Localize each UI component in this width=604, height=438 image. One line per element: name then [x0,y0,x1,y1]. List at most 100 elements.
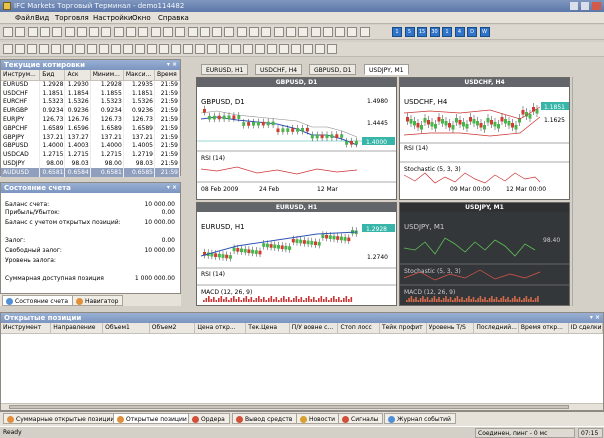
menu-trading[interactable]: Торговля [55,14,89,22]
pin-icon[interactable]: ▾ × [167,61,177,69]
chart-usdjpy-m1[interactable]: USDJPY, M1 USDJPY, M1 98.40 Stochastic (… [399,202,570,306]
toolbar-button-icon[interactable] [310,27,321,37]
quote-row[interactable]: EURCHF 1.5323 1.5326 1.5323 1.5326 21:59 [1,97,181,107]
tab-navigator[interactable]: Навигатор [72,295,124,306]
drawing-tool-icon[interactable] [231,44,241,54]
quote-row[interactable]: USDJPY 98.00 98.03 98.00 98.03 21:59 [1,159,181,168]
column-header[interactable]: Объем1 [102,323,150,334]
column-header[interactable]: Уровень T/S [426,323,475,334]
drawing-tool-icon[interactable] [123,44,133,54]
tab-bottom-4[interactable]: Новости [296,413,341,424]
chart-eurusd-h1[interactable]: EURUSD, H1 EURUSD, H1 1.2928 1.2740 RSI … [196,202,397,306]
timeframe-button[interactable]: 5 [404,27,415,37]
column-header[interactable]: Стоп лосс [337,323,380,334]
quote-row[interactable]: EURUSD 1.2928 1.2930 1.2928 1.2935 21:59 [1,80,181,89]
toolbar-button-icon[interactable] [126,27,136,37]
column-header[interactable]: Тейк профит [379,323,427,334]
drawing-tool-icon[interactable] [15,44,25,54]
menu-settings[interactable]: Настройки [93,14,133,22]
toolbar-button-icon[interactable] [3,27,13,37]
drawing-tool-icon[interactable] [39,44,49,54]
timeframe-button[interactable]: 30 [429,27,440,37]
chart-eurusd-canvas[interactable]: EURUSD, H1 1.2928 1.2740 RSI (14) MACD (… [197,212,396,305]
column-header[interactable]: Цена откр... [194,323,247,334]
quote-row[interactable]: GBPJPY 137.21 137.27 137.21 137.21 21:59 [1,132,181,142]
toolbar-button-icon[interactable] [224,27,235,37]
quote-row[interactable]: EURGBP 0.9234 0.9236 0.9234 0.9236 21:59 [1,106,181,116]
drawing-tool-icon[interactable] [171,44,181,54]
column-header[interactable]: Миним... [90,70,124,81]
toolbar-button-icon[interactable] [76,27,87,37]
column-header[interactable]: Аск [64,70,91,81]
timeframe-button[interactable]: 1 [442,27,452,37]
toolbar-button-icon[interactable] [199,27,210,37]
toolbar-button-icon[interactable] [101,27,112,37]
drawing-tool-icon[interactable] [87,44,97,54]
chart-usdchf-h4[interactable]: USDCHF, H4 USDCHF, H4 1.1851 1.1625 RSI … [399,77,570,200]
menu-help[interactable]: Справка [158,14,189,22]
drawing-tool-icon[interactable] [303,44,313,54]
tab-bottom-1[interactable]: Открытые позиции [113,413,192,424]
drawing-tool-icon[interactable] [147,44,157,54]
drawing-tool-icon[interactable] [291,44,301,54]
quote-row[interactable]: EURJPY 126.73 126.76 126.73 126.73 21:59 [1,115,181,124]
timeframe-button[interactable]: D [467,27,477,37]
chart-gbpusd-canvas[interactable]: GBPUSD, D1 1.4980 1.4445 1.4000 RSI (14)… [197,87,396,199]
scrollbar-thumb[interactable] [9,405,569,409]
column-header[interactable]: Последний... [473,323,519,334]
tab-bottom-2[interactable]: Ордера [188,413,230,424]
menu-view[interactable]: Вид [35,14,49,22]
maximize-icon[interactable] [581,2,589,10]
timeframe-button[interactable]: W [479,27,490,37]
tab-bottom-5[interactable]: Сигналы [338,413,384,424]
chart-usdchf-canvas[interactable]: USDCHF, H4 1.1851 1.1625 RSI (14) Stocha… [400,87,569,199]
column-header[interactable]: П/У вовне с... [289,323,339,334]
drawing-tool-icon[interactable] [183,44,193,54]
column-header[interactable]: Направление [50,323,104,334]
toolbar-button-icon[interactable] [113,27,124,37]
drawing-tool-icon[interactable] [3,44,13,54]
pin-icon[interactable]: ▾ × [167,184,177,192]
tab-bottom-0[interactable]: Суммарные открытые позиции [3,413,120,424]
drawing-tool-icon[interactable] [111,44,121,54]
column-header[interactable]: Бид [39,70,66,81]
tab-bottom-6[interactable]: Журнал событий [384,413,456,424]
column-header[interactable]: Инструм... [1,70,41,81]
column-header[interactable]: Макси... [123,70,155,81]
toolbar-button-icon[interactable] [89,27,100,37]
toolbar-button-icon[interactable] [322,27,333,37]
drawing-tool-icon[interactable] [255,44,265,54]
drawing-tool-icon[interactable] [243,44,253,54]
drawing-tool-icon[interactable] [315,44,325,54]
toolbar-button-icon[interactable] [27,27,38,37]
drawing-tool-icon[interactable] [195,44,205,54]
column-header[interactable]: Объем2 [149,323,196,334]
toolbar-button-icon[interactable] [39,27,50,37]
drawing-tool-icon[interactable] [327,44,337,54]
chart-gbpusd-d1[interactable]: GBPUSD, D1 GBPUSD, D1 1.4980 1.4445 1.40… [196,77,397,200]
toolbar-button-icon[interactable] [273,27,284,37]
toolbar-button-icon[interactable] [347,27,358,37]
toolbar-button-icon[interactable] [175,27,186,37]
tab-bottom-3[interactable]: Вывод средств [232,413,298,424]
drawing-tool-icon[interactable] [99,44,109,54]
quote-row[interactable]: GBPUSD 1.4000 1.4003 1.4000 1.4005 21:59 [1,141,181,151]
column-header[interactable]: Тек.Цена [245,323,290,334]
timeframe-button[interactable]: 15 [417,27,427,37]
horizontal-scrollbar[interactable] [1,403,603,410]
drawing-tool-icon[interactable] [159,44,169,54]
chart-usdjpy-canvas[interactable]: USDJPY, M1 98.40 Stochastic (5, 3, 3) MA… [400,212,569,305]
quote-row[interactable]: USDCHF 1.1851 1.1854 1.1855 1.1851 21:59 [1,88,181,98]
column-header[interactable]: Время [154,70,181,81]
quote-row[interactable]: GBPCHF 1.6589 1.6596 1.6589 1.6589 21:59 [1,123,181,133]
timeframe-button[interactable]: 4 [454,27,465,37]
toolbar-button-icon[interactable] [236,27,247,37]
toolbar-button-icon[interactable] [52,27,63,37]
toolbar-button-icon[interactable] [138,27,149,37]
pin-icon[interactable]: ▾ × [590,314,600,322]
column-header[interactable]: Время откр... [518,323,569,334]
toolbar-button-icon[interactable] [298,27,309,37]
toolbar-button-icon[interactable] [15,27,26,37]
toolbar-button-icon[interactable] [64,27,75,37]
close-icon[interactable] [592,2,601,10]
